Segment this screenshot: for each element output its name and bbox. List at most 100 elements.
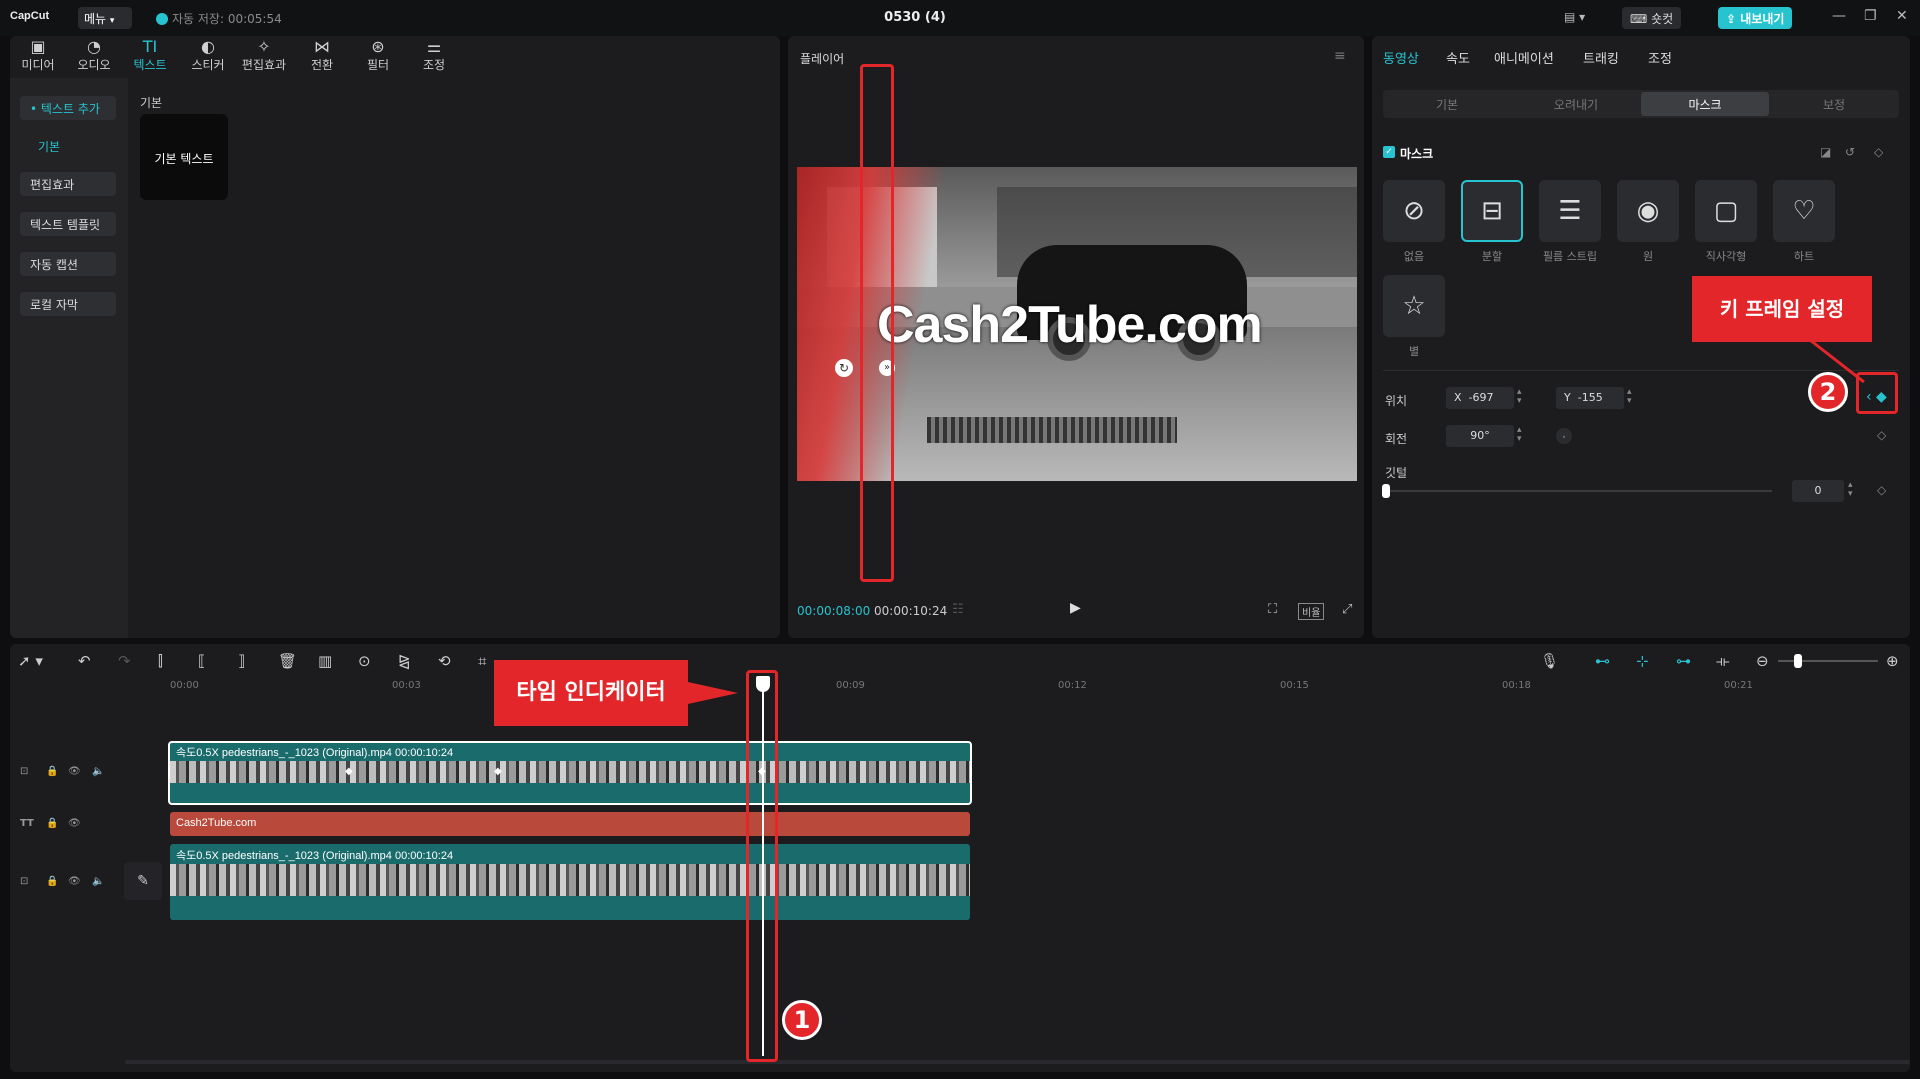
minimize-icon[interactable]: — <box>1832 8 1846 24</box>
mask-option-rectangle[interactable]: ▢ <box>1695 180 1757 242</box>
sidebar-item-templates[interactable]: 텍스트 템플릿 <box>20 212 116 236</box>
clip-keyframe-icon[interactable]: ◆ <box>494 766 502 777</box>
export-button[interactable]: ⇪ 내보내기 <box>1718 7 1793 29</box>
subtab-correction[interactable]: 보정 <box>1770 92 1898 116</box>
tab-adjust[interactable]: ⚌ 조정 <box>406 38 462 73</box>
subtab-cutout[interactable]: 오려내기 <box>1512 92 1640 116</box>
mask-option-heart[interactable]: ♡ <box>1773 180 1835 242</box>
subtab-mask[interactable]: 마스크 <box>1641 92 1769 116</box>
track-cover-icon[interactable]: ⊡ <box>20 766 28 777</box>
rotation-stepper-icon[interactable]: ▴ ▾ <box>1517 426 1522 444</box>
fit-icon[interactable]: ⛶ <box>1268 602 1277 617</box>
invert-icon[interactable]: ◪ <box>1820 145 1831 159</box>
total-time: 00:00:10:24 <box>874 604 948 618</box>
rotation-field[interactable]: 90° <box>1446 425 1514 447</box>
zoom-out-icon[interactable]: ⊖ <box>1756 652 1769 670</box>
track-eye-icon[interactable]: 👁 <box>68 876 81 887</box>
close-icon[interactable]: ✕ <box>1896 8 1908 24</box>
ratio-button[interactable]: 비율 <box>1298 603 1325 620</box>
freeze-icon[interactable]: ▥ <box>318 652 332 670</box>
basic-text-card[interactable]: 기본 텍스트 <box>140 114 228 200</box>
reset-icon[interactable]: ↺ <box>1845 145 1855 159</box>
sidebar-item-basic[interactable]: 기본 <box>20 134 116 158</box>
edit-cover-icon[interactable]: ✎ <box>124 862 162 900</box>
crop-icon[interactable]: ⌗ <box>478 652 486 670</box>
feather-slider[interactable] <box>1386 490 1772 492</box>
split-left-icon[interactable]: ⟦ <box>198 652 205 670</box>
feather-field[interactable]: 0 <box>1792 480 1844 502</box>
track-audio-icon[interactable]: 🔈 <box>92 876 104 887</box>
rotate-handle-icon[interactable]: ↻ <box>835 359 853 377</box>
mask-option-none[interactable]: ⊘ <box>1383 180 1445 242</box>
track-audio-icon[interactable]: 🔈 <box>92 766 104 777</box>
keyframe-diamond-icon[interactable]: ◇ <box>1874 145 1883 159</box>
tab-effects[interactable]: ✧ 편집효과 <box>236 38 292 73</box>
split-icon[interactable]: ⫿ <box>158 652 163 670</box>
x-stepper-icon[interactable]: ▴ ▾ <box>1517 388 1522 406</box>
delete-icon[interactable]: 🗑 <box>278 652 297 670</box>
zoom-in-icon[interactable]: ⊕ <box>1886 652 1899 670</box>
rotation-dial-icon[interactable]: , <box>1556 428 1572 444</box>
link-main-icon[interactable]: ⊷ <box>1595 652 1610 670</box>
zoom-slider[interactable] <box>1778 660 1878 662</box>
split-right-icon[interactable]: ⟧ <box>238 652 245 670</box>
overlay-text[interactable]: Cash2Tube.com <box>877 295 1263 355</box>
preview-axis-icon[interactable]: ⟛ <box>1716 652 1730 670</box>
tab-audio[interactable]: ◔ 오디오 <box>66 38 122 73</box>
microphone-icon[interactable]: 🎙 <box>1540 652 1559 670</box>
sidebar-item-local-subtitle[interactable]: 로컬 자막 <box>20 292 116 316</box>
text-clip[interactable] <box>170 812 970 836</box>
zoom-slider-thumb[interactable] <box>1794 654 1802 668</box>
magnet-icon[interactable]: ⊹ <box>1636 652 1649 670</box>
track-lock-icon[interactable]: 🔒 <box>46 876 58 887</box>
timeline-scrollbar[interactable] <box>125 1060 1910 1064</box>
tab-tracking[interactable]: 트래킹 <box>1583 48 1619 67</box>
filmstrip-icon: ☰ <box>1558 196 1582 226</box>
mask-option-circle[interactable]: ◉ <box>1617 180 1679 242</box>
tab-text[interactable]: TI 텍스트 <box>122 38 178 73</box>
feather-stepper-icon[interactable]: ▴ ▾ <box>1848 481 1853 499</box>
track-eye-icon[interactable]: 👁 <box>68 818 81 829</box>
tab-speed[interactable]: 속도 <box>1446 48 1470 67</box>
tab-filter[interactable]: ⊛ 필터 <box>350 38 406 73</box>
list-icon[interactable]: ☷ <box>952 602 964 617</box>
mirror-icon[interactable]: ⧎ <box>398 652 411 670</box>
clip-keyframe-icon[interactable]: ◆ <box>345 766 353 777</box>
track-eye-icon[interactable]: 👁 <box>68 766 81 777</box>
rotation-keyframe-icon[interactable]: ◇ <box>1877 428 1886 442</box>
mask-option-star[interactable]: ☆ <box>1383 275 1445 337</box>
position-x-field[interactable]: X -697 <box>1446 387 1514 409</box>
y-stepper-icon[interactable]: ▴ ▾ <box>1627 388 1632 406</box>
subtab-basic[interactable]: 기본 <box>1383 92 1511 116</box>
sidebar-item-add-text[interactable]: • 텍스트 추가 <box>20 96 116 120</box>
play-button[interactable]: ▶ <box>1070 600 1081 616</box>
sidebar-item-auto-caption[interactable]: 자동 캡션 <box>20 252 116 276</box>
layout-button[interactable]: ▤ ▾ <box>1556 7 1593 29</box>
hamburger-icon[interactable]: ≡ <box>1334 48 1346 64</box>
tab-transition[interactable]: ⋈ 전환 <box>294 38 350 73</box>
shortcut-button[interactable]: ⌨ 숏컷 <box>1622 7 1682 29</box>
reverse-icon[interactable]: ⊙ <box>358 652 371 670</box>
tab-video[interactable]: ▣ 미디어 <box>10 38 66 73</box>
track-lock-icon[interactable]: 🔒 <box>46 818 58 829</box>
tab-animation[interactable]: 애니메이션 <box>1494 48 1554 67</box>
sidebar-item-effects[interactable]: 편집효과 <box>20 172 116 196</box>
select-tool-icon[interactable]: ➚ ▾ <box>18 652 43 670</box>
tab-sticker[interactable]: ◐ 스티커 <box>180 38 236 73</box>
link-icon[interactable]: ⊶ <box>1676 652 1691 670</box>
redo-icon[interactable]: ↷ <box>118 652 131 670</box>
mask-option-filmstrip[interactable]: ☰ <box>1539 180 1601 242</box>
fullscreen-icon[interactable]: ⤢ <box>1342 602 1352 617</box>
rotate-icon[interactable]: ⟲ <box>438 652 451 670</box>
mask-option-split[interactable]: ⊟ <box>1461 180 1523 242</box>
position-y-field[interactable]: Y -155 <box>1556 387 1624 409</box>
track-lock-icon[interactable]: 🔒 <box>46 766 58 777</box>
restore-icon[interactable]: ❐ <box>1864 8 1877 24</box>
track-cover-icon[interactable]: ⊡ <box>20 876 28 887</box>
tab-video[interactable]: 동영상 <box>1383 48 1419 67</box>
undo-icon[interactable]: ↶ <box>78 652 91 670</box>
mask-checkbox[interactable]: ✓ <box>1383 146 1395 158</box>
tab-adjust[interactable]: 조정 <box>1648 48 1672 67</box>
feather-slider-thumb[interactable] <box>1382 484 1390 498</box>
feather-keyframe-icon[interactable]: ◇ <box>1877 483 1886 497</box>
